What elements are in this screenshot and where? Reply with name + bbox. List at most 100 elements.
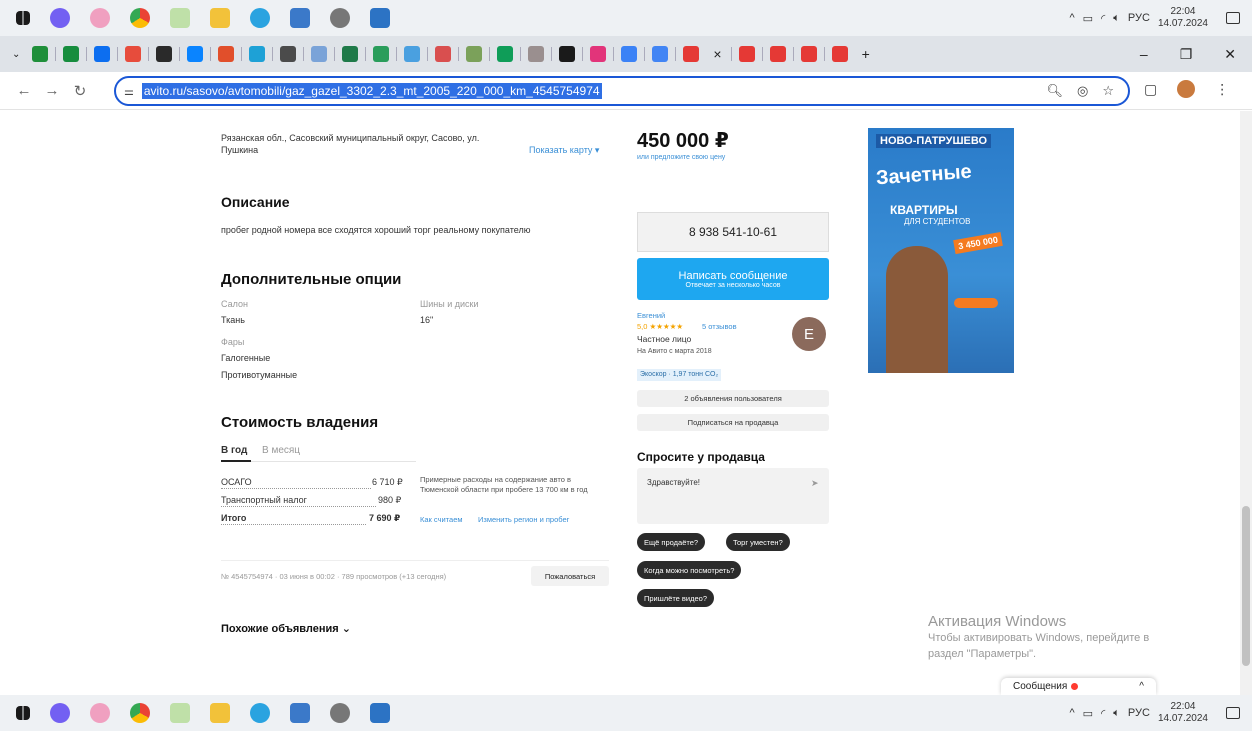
forward-icon[interactable]: → (38, 82, 66, 99)
chevron-up-icon[interactable]: ^ (1069, 707, 1074, 719)
page-scrollbar[interactable] (1240, 111, 1252, 695)
tab-favicon-icon[interactable] (738, 46, 755, 62)
tab-favicon-icon[interactable] (156, 46, 173, 62)
tab-favicon-icon[interactable] (125, 46, 142, 62)
tab-favicon-icon[interactable] (652, 46, 669, 62)
windows-start-icon[interactable] (16, 706, 30, 720)
how-link[interactable]: Как считаем (420, 514, 463, 526)
subscribe-button[interactable]: Подписаться на продавца (637, 414, 829, 431)
language-indicator[interactable]: РУС (1128, 12, 1150, 24)
tab-favicon-icon[interactable] (311, 46, 328, 62)
price-offer-link[interactable]: или предложите свою цену (637, 152, 725, 164)
tab-favicon-icon[interactable] (280, 46, 297, 62)
seller-reviews[interactable]: 5 отзывов (702, 321, 737, 333)
tab-favicon-icon[interactable] (683, 46, 700, 62)
eye-off-icon[interactable]: ◎ (1077, 83, 1088, 99)
snipping-icon[interactable] (90, 8, 110, 28)
show-phone-button[interactable]: 8 938 541-10-61 (637, 212, 829, 252)
show-map-link[interactable]: Показать карту ▾ (529, 144, 599, 156)
settings-icon[interactable] (330, 703, 350, 723)
viber-icon[interactable] (50, 8, 70, 28)
seller-badge[interactable]: Экоскор · 1,97 тонн CO₂ (637, 369, 722, 381)
tab-favicon-icon[interactable] (404, 46, 421, 62)
notepad-icon[interactable] (290, 703, 310, 723)
ad-cta-button[interactable] (954, 298, 998, 308)
zoom-icon[interactable]: 🔍︎ (1046, 83, 1063, 99)
telegram-icon[interactable] (250, 703, 270, 723)
extensions-icon[interactable]: ▢ (1144, 81, 1157, 98)
tab-favicon-icon[interactable] (466, 46, 483, 62)
ad-banner[interactable]: НОВО-ПАТРУШЕВО Зачетные КВАРТИРЫ ДЛЯ СТУ… (868, 128, 1014, 373)
profile-avatar[interactable] (1177, 80, 1196, 98)
tab-favicon-icon[interactable] (769, 46, 786, 62)
messages-popup[interactable]: Сообщения ^ (1001, 678, 1156, 695)
clock[interactable]: 22:04 14.07.2024 (1158, 6, 1208, 30)
tab-month[interactable]: В месяц (262, 445, 300, 457)
chrome-icon[interactable] (130, 703, 150, 723)
tab-favicon-icon[interactable] (590, 46, 607, 62)
reload-icon[interactable]: ↻ (66, 82, 94, 100)
tab-favicon-icon[interactable] (831, 46, 848, 62)
seller-ads-button[interactable]: 2 объявления пользователя (637, 390, 829, 407)
tab-favicon-icon[interactable] (800, 46, 817, 62)
minimize-icon[interactable]: – (1140, 46, 1148, 63)
tab-favicon-icon[interactable] (373, 46, 390, 62)
quick-question-4[interactable]: Пришлёте видео? (637, 589, 714, 607)
tab-favicon-icon[interactable] (32, 46, 49, 62)
seller-avatar[interactable]: E (792, 317, 826, 351)
chevron-up-icon[interactable]: ^ (1069, 12, 1074, 24)
change-region-link[interactable]: Изменить регион и пробег (478, 514, 569, 526)
bookmark-star-icon[interactable]: ☆ (1102, 83, 1114, 99)
network-icon[interactable]: ▭ (1083, 12, 1093, 25)
complain-button[interactable]: Пожаловаться (531, 566, 609, 586)
write-message-button[interactable]: Написать сообщение Отвечает за несколько… (637, 258, 829, 300)
url-field[interactable]: ⚌ avito.ru/sasovo/avtomobili/gaz_gazel_3… (114, 76, 1130, 106)
quick-question-2[interactable]: Торг уместен? (726, 533, 790, 551)
excel-icon[interactable] (170, 703, 190, 723)
tab-favicon-icon[interactable] (342, 46, 359, 62)
explorer-icon[interactable] (210, 8, 230, 28)
viber-icon[interactable] (50, 703, 70, 723)
notification-icon[interactable] (1226, 12, 1240, 24)
volume-icon[interactable]: 🔈︎ (1113, 12, 1120, 25)
quick-question-1[interactable]: Ещё продаёте? (637, 533, 706, 551)
scrollbar-thumb[interactable] (1242, 506, 1250, 666)
wifi-icon[interactable]: ◜ (1101, 707, 1105, 720)
tab-search-icon[interactable]: ⌄ (12, 49, 20, 60)
telegram-icon[interactable] (250, 8, 270, 28)
tab-close-icon[interactable]: × (713, 46, 721, 62)
tab-favicon-icon[interactable] (559, 46, 576, 62)
tab-favicon-icon[interactable] (497, 46, 514, 62)
tab-favicon-icon[interactable] (249, 46, 266, 62)
notification-icon[interactable] (1226, 707, 1240, 719)
back-icon[interactable]: ← (10, 82, 38, 99)
site-info-icon[interactable]: ⚌ (124, 85, 134, 98)
tab-year[interactable]: В год (221, 445, 247, 457)
tab-favicon-icon[interactable] (187, 46, 204, 62)
photos-icon[interactable] (370, 8, 390, 28)
clock[interactable]: 22:04 14.07.2024 (1158, 701, 1208, 725)
ask-input[interactable]: Здравствуйте! (647, 477, 700, 489)
tab-favicon-icon[interactable] (435, 46, 452, 62)
explorer-icon[interactable] (210, 703, 230, 723)
excel-icon[interactable] (170, 8, 190, 28)
language-indicator[interactable]: РУС (1128, 707, 1150, 719)
chrome-icon[interactable] (130, 8, 150, 28)
notepad-icon[interactable] (290, 8, 310, 28)
network-icon[interactable]: ▭ (1083, 707, 1093, 720)
tab-favicon-icon[interactable] (528, 46, 545, 62)
tab-favicon-icon[interactable] (218, 46, 235, 62)
send-icon[interactable]: ➤ (811, 477, 819, 489)
ask-message-box[interactable]: Здравствуйте! ➤ (637, 468, 829, 524)
restore-icon[interactable]: ❐ (1180, 46, 1193, 63)
menu-icon[interactable]: ⋮ (1215, 81, 1229, 98)
tab-favicon-icon[interactable] (621, 46, 638, 62)
similar-title[interactable]: Похожие объявления ⌄ (221, 622, 351, 635)
tab-favicon-icon[interactable] (63, 46, 80, 62)
close-window-icon[interactable]: ✕ (1224, 46, 1236, 63)
tab-favicon-icon[interactable] (94, 46, 111, 62)
settings-icon[interactable] (330, 8, 350, 28)
snipping-icon[interactable] (90, 703, 110, 723)
quick-question-3[interactable]: Когда можно посмотреть? (637, 561, 742, 579)
chevron-up-icon[interactable]: ^ (1139, 681, 1144, 692)
